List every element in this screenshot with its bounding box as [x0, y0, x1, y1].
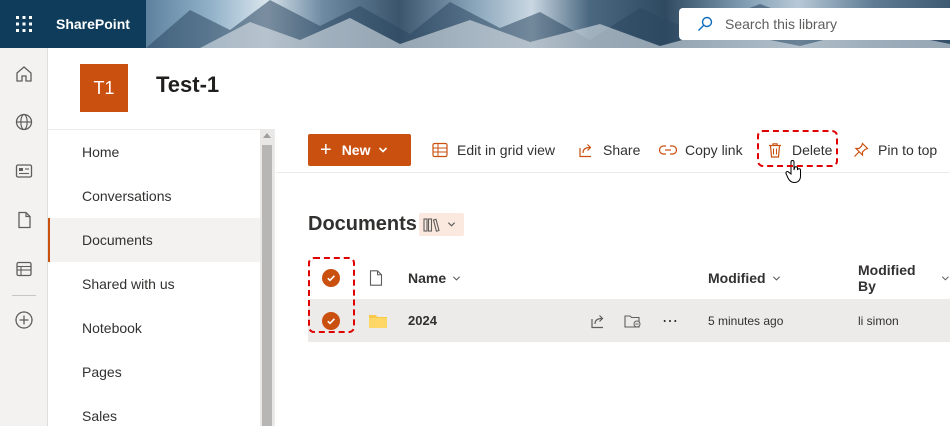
lists-icon[interactable] [12, 257, 36, 281]
link-icon [659, 141, 677, 159]
library-view-icon [423, 217, 440, 232]
delete-highlight-box [757, 130, 838, 167]
share-icon [577, 141, 595, 159]
nav-item-home[interactable]: Home [48, 130, 260, 174]
row-share-icon[interactable] [590, 299, 606, 342]
view-switcher-button[interactable] [419, 213, 464, 236]
share-label: Share [603, 142, 641, 158]
search-icon [698, 16, 713, 31]
chevron-down-icon [447, 222, 456, 227]
chevron-down-icon [453, 275, 461, 281]
modified-by-column-header[interactable]: Modified By [858, 257, 950, 299]
pin-icon [852, 141, 870, 159]
site-logo[interactable]: T1 [80, 64, 128, 112]
name-column-header[interactable]: Name [408, 257, 461, 299]
table-row[interactable]: 2024 ⋯ 5 minutes ago li simon [308, 299, 950, 342]
modified-value: 5 minutes ago [708, 313, 784, 328]
selection-highlight-box [308, 257, 355, 333]
search-input[interactable] [725, 16, 945, 32]
nav-scrollbar[interactable] [260, 129, 274, 426]
app-launcher-button[interactable] [0, 0, 48, 48]
file-type-header[interactable] [369, 257, 383, 299]
nav-item-shared-with-us[interactable]: Shared with us [48, 262, 260, 306]
news-icon[interactable] [12, 159, 36, 183]
new-button-label: New [341, 142, 371, 158]
chevron-down-icon [942, 275, 950, 281]
new-button[interactable]: + New [308, 134, 411, 166]
edit-grid-view-button[interactable]: Edit in grid view [431, 134, 555, 166]
pin-to-top-button[interactable]: Pin to top [852, 134, 937, 166]
home-icon[interactable] [12, 62, 36, 86]
chevron-down-icon [379, 147, 388, 153]
nav-item-documents[interactable]: Documents [48, 218, 260, 262]
copy-link-button[interactable]: Copy link [659, 134, 743, 166]
left-navigation: Home Conversations Documents Shared with… [48, 129, 260, 426]
scroll-up-arrow-icon[interactable] [263, 133, 271, 138]
nav-item-conversations[interactable]: Conversations [48, 174, 260, 218]
search-box[interactable] [679, 8, 950, 40]
edit-grid-view-label: Edit in grid view [457, 142, 556, 158]
globe-icon[interactable] [12, 110, 36, 134]
folder-name-link[interactable]: 2024 [408, 299, 437, 342]
pin-to-top-label: Pin to top [878, 142, 938, 158]
share-button[interactable]: Share [577, 134, 640, 166]
create-icon[interactable] [12, 308, 36, 332]
folder-icon [368, 299, 388, 342]
site-title[interactable]: Test-1 [156, 72, 219, 98]
modified-column-header[interactable]: Modified [708, 257, 781, 299]
modified-by-value[interactable]: li simon [858, 299, 899, 342]
content-divider [274, 129, 275, 426]
suite-bar: SharePoint [0, 0, 950, 48]
file-icon[interactable] [12, 208, 36, 232]
library-title: Documents [308, 213, 417, 235]
copy-link-label: Copy link [685, 142, 743, 158]
row-teams-share-icon[interactable] [624, 299, 642, 342]
more-actions-icon[interactable]: ⋯ [662, 299, 679, 342]
scrollbar-thumb[interactable] [262, 145, 272, 426]
waffle-icon [16, 16, 32, 32]
app-name-link[interactable]: SharePoint [48, 0, 146, 48]
nav-item-sales[interactable]: Sales [48, 394, 260, 426]
plus-icon: + [320, 139, 332, 161]
document-icon [369, 270, 383, 286]
chevron-down-icon [772, 275, 780, 281]
nav-item-notebook[interactable]: Notebook [48, 306, 260, 350]
modified-column-label: Modified [708, 270, 766, 286]
appbar-divider [12, 295, 36, 296]
name-column-label: Name [408, 270, 447, 286]
app-bar [0, 48, 48, 426]
nav-item-pages[interactable]: Pages [48, 350, 260, 394]
modified-by-column-label: Modified By [858, 262, 916, 294]
command-bar: + New Edit in grid view Share Copy link … [276, 129, 950, 173]
grid-icon [431, 141, 449, 159]
